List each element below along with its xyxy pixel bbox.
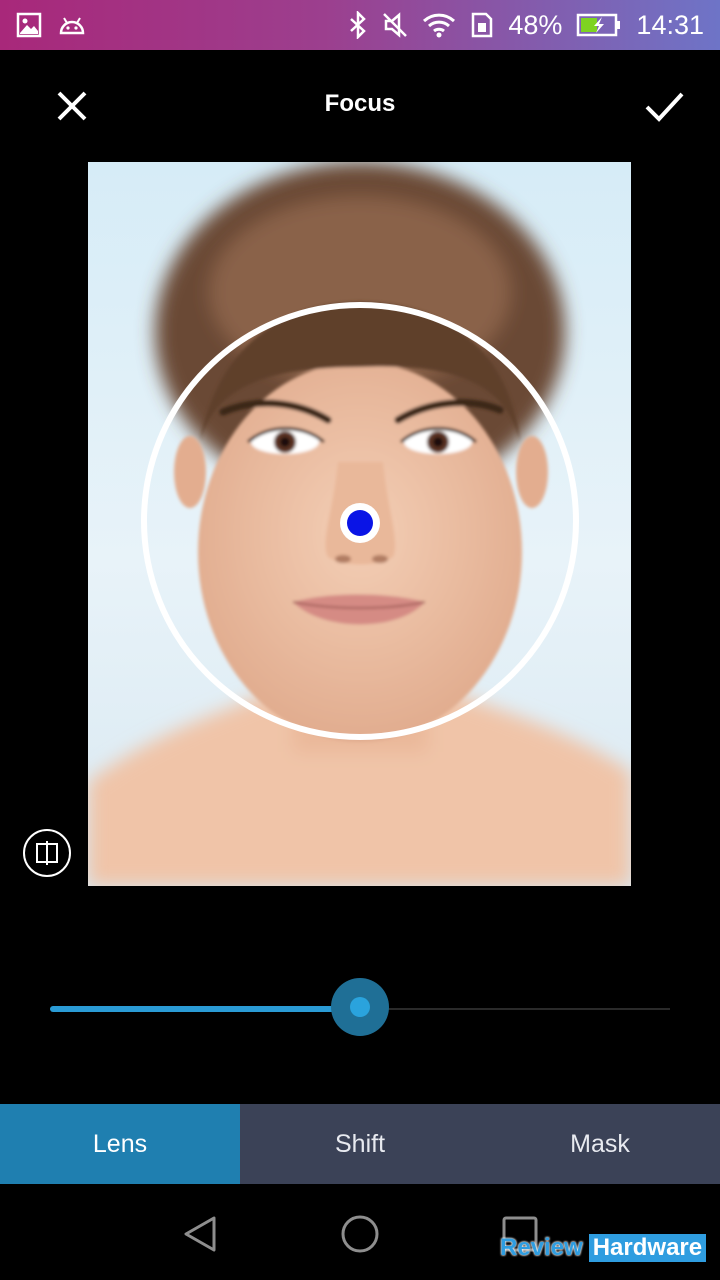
watermark: Review Hardware (500, 1234, 707, 1262)
compare-icon (36, 841, 58, 865)
android-icon (58, 15, 86, 35)
slider-fill (50, 1006, 360, 1012)
tab-mask[interactable]: Mask (480, 1104, 720, 1184)
photo-canvas[interactable] (88, 162, 631, 886)
silent-icon (382, 11, 408, 39)
sim-icon (470, 11, 494, 39)
navigation-bar (0, 1184, 720, 1280)
check-icon (645, 92, 684, 122)
status-left (0, 12, 86, 38)
watermark-hardware: Hardware (588, 1234, 707, 1262)
status-time: 14:31 (636, 9, 704, 40)
mode-tabs: Lens Shift Mask (0, 1104, 720, 1184)
page-title: Focus (324, 90, 396, 117)
slider-thumb[interactable] (350, 997, 370, 1017)
blur-slider[interactable] (50, 978, 670, 1038)
watermark-review: Review (500, 1234, 583, 1261)
status-right: 48% 14:31 (348, 10, 720, 41)
back-button[interactable] (178, 1212, 222, 1256)
status-bar: 48% 14:31 (0, 0, 720, 50)
wifi-icon (422, 12, 456, 38)
gallery-icon (16, 12, 42, 38)
battery-percent: 48% (508, 9, 563, 40)
toolbar: Focus (0, 50, 720, 162)
bluetooth-icon (348, 11, 368, 39)
back-icon (184, 1216, 216, 1252)
tab-lens[interactable]: Lens (0, 1104, 240, 1184)
confirm-button[interactable] (640, 82, 688, 130)
home-button[interactable] (338, 1212, 382, 1256)
battery-charging-icon (576, 12, 622, 38)
tab-shift[interactable]: Shift (240, 1104, 480, 1184)
home-icon (341, 1215, 379, 1253)
compare-button[interactable] (23, 829, 71, 877)
